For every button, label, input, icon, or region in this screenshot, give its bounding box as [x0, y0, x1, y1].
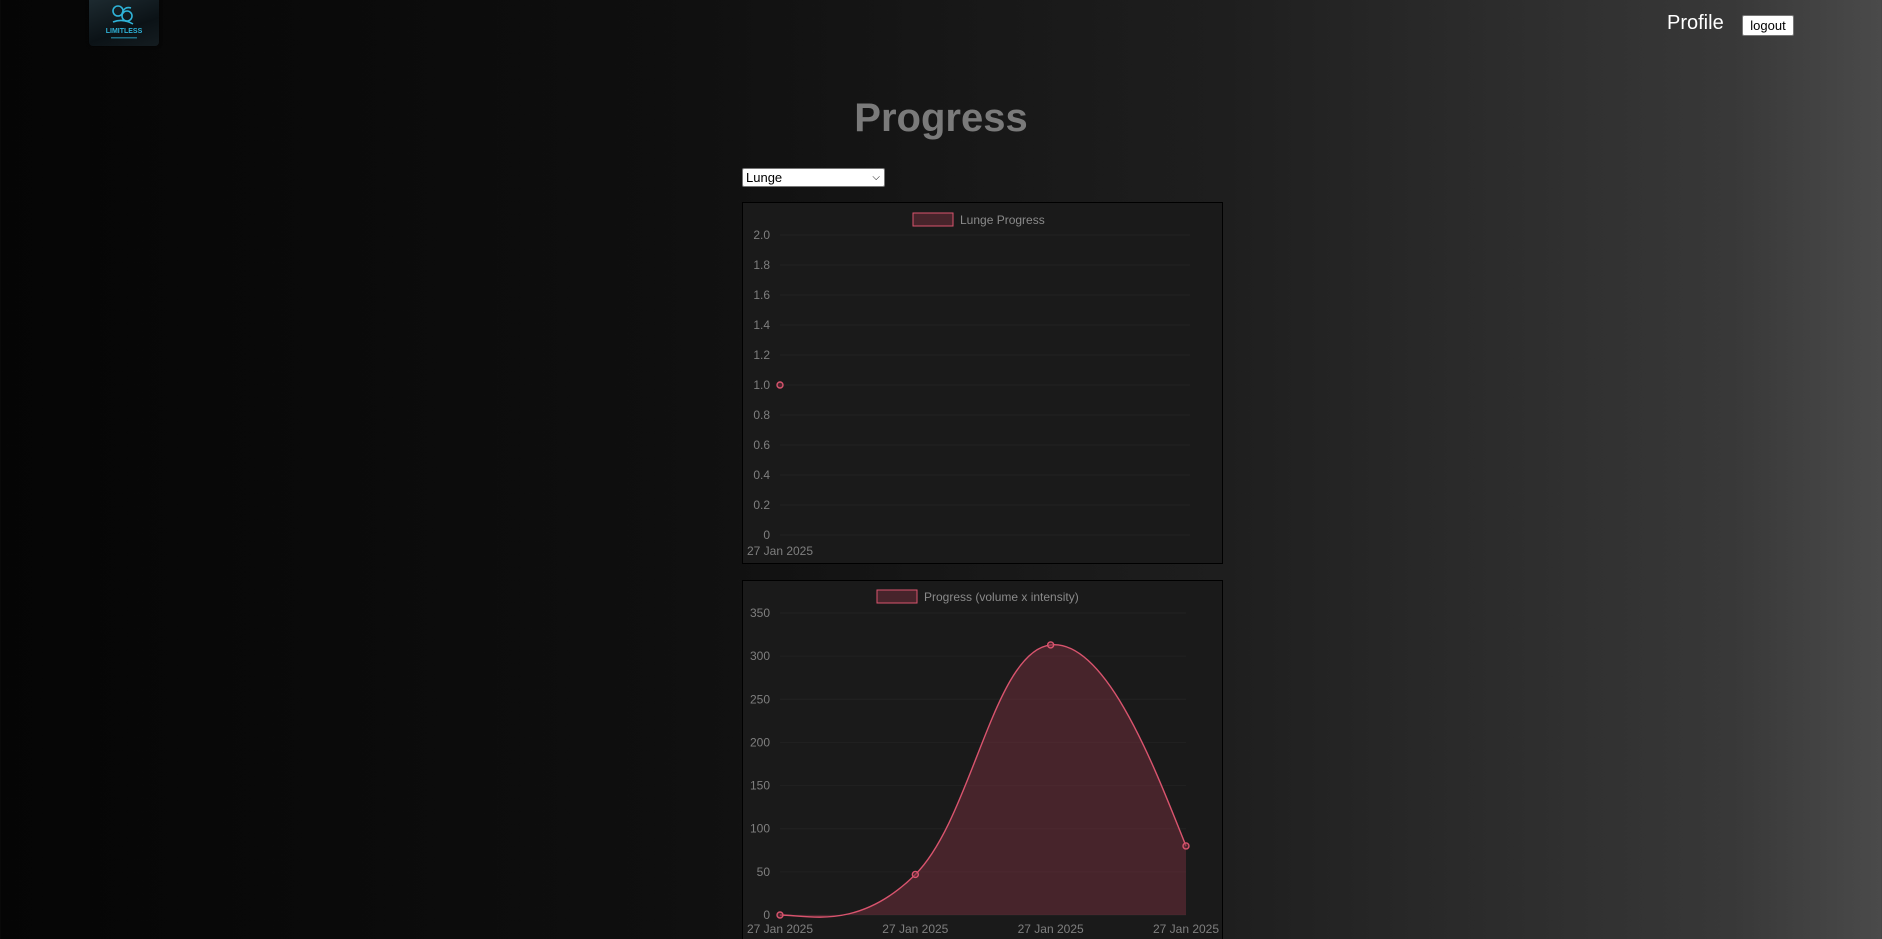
limitless-logo[interactable]: LIMITLESS: [89, 0, 159, 46]
chevron-down-icon: ⌵: [872, 172, 880, 183]
legend-label: Progress (volume x intensity): [924, 590, 1079, 604]
data-point: [1182, 842, 1190, 850]
data-point: [776, 381, 784, 389]
y-tick-label: 0.8: [753, 408, 770, 422]
y-tick-label: 0.4: [753, 468, 770, 482]
y-tick-label: 1.6: [753, 288, 770, 302]
legend-label: Lunge Progress: [960, 213, 1045, 227]
y-tick-label: 250: [750, 692, 770, 706]
y-tick-label: 0.6: [753, 438, 770, 452]
x-tick-label: 27 Jan 2025: [1153, 922, 1219, 936]
exercise-select[interactable]: Lunge ⌵: [742, 168, 885, 187]
y-tick-label: 1.8: [753, 258, 770, 272]
lunge-progress-chart: Lunge Progress 2.0 1.8 1.6 1.4 1.2 1.0 0.8 0.6 0.…: [742, 202, 1223, 564]
x-tick-label: 27 Jan 2025: [747, 544, 813, 558]
y-tick-label: 0.2: [753, 498, 770, 512]
svg-text:LIMITLESS: LIMITLESS: [106, 28, 143, 35]
exercise-select-value: Lunge: [746, 170, 783, 185]
data-point: [776, 911, 784, 919]
y-tick-label: 0: [763, 528, 770, 542]
y-tick-label: 200: [750, 735, 770, 749]
lunge-progress-chart-svg: Lunge Progress 2.0 1.8 1.6 1.4 1.2 1.0 0.8 0.6 0.…: [747, 212, 1190, 558]
y-tick-label: 100: [750, 822, 770, 836]
legend-swatch: [912, 212, 954, 227]
x-tick-label: 27 Jan 2025: [882, 922, 948, 936]
profile-link[interactable]: Profile: [1667, 12, 1724, 35]
y-tick-label: 1.4: [753, 318, 770, 332]
y-tick-label: 1.2: [753, 348, 770, 362]
y-tick-label: 350: [750, 606, 770, 620]
page-title: Progress: [854, 96, 1028, 140]
y-tick-label: 150: [750, 779, 770, 793]
y-tick-label: 50: [757, 865, 771, 879]
logout-button[interactable]: logout: [1742, 15, 1794, 36]
y-tick-label: 1.0: [753, 378, 770, 392]
volume-intensity-chart: Progress (volume x intensity) 350 300 250 20…: [742, 580, 1223, 939]
x-tick-label: 27 Jan 2025: [1018, 922, 1084, 936]
legend-swatch: [876, 589, 918, 604]
x-tick-label: 27 Jan 2025: [747, 922, 813, 936]
volume-intensity-chart-svg: Progress (volume x intensity) 350 300 250 20…: [747, 589, 1219, 936]
y-tick-label: 300: [750, 649, 770, 663]
data-point: [911, 870, 920, 879]
y-tick-label: 2.0: [753, 228, 770, 242]
data-point: [1046, 641, 1055, 649]
y-tick-label: 0: [763, 908, 770, 922]
series-area: [780, 644, 1186, 918]
